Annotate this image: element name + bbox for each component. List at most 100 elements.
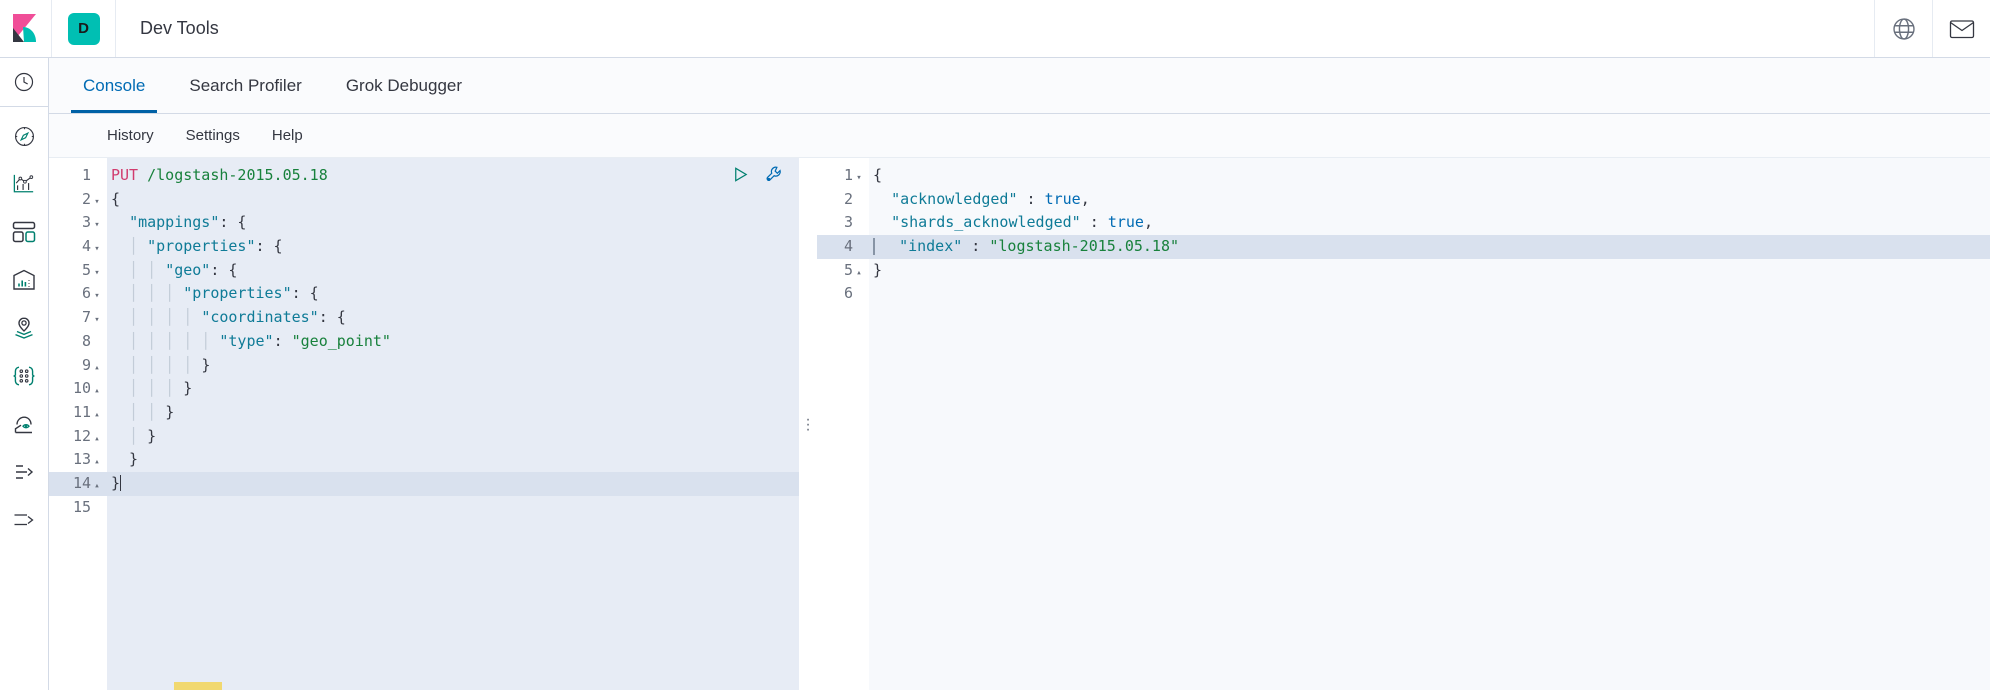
token-guide: │ │ │ │ xyxy=(111,355,202,374)
line-number: 6 xyxy=(843,284,853,303)
token-punct: : xyxy=(1017,189,1045,208)
code-line: "index" : "logstash-2015.05.18" xyxy=(869,235,1990,259)
response-cursor xyxy=(873,238,875,256)
tab-console[interactable]: Console xyxy=(61,59,167,113)
send-request-play-icon[interactable] xyxy=(731,165,750,189)
maps-layers-icon xyxy=(15,317,33,339)
sidebar-item-infrastructure[interactable] xyxy=(0,400,49,448)
token-punct: } xyxy=(873,260,883,279)
code-line: │ │ │ │ "coordinates": { xyxy=(107,306,799,330)
space-avatar-label: D xyxy=(67,12,100,45)
sidebar-item-logs[interactable] xyxy=(0,448,49,496)
token-punct: : xyxy=(273,331,292,350)
line-number: 11 ▴ xyxy=(49,401,107,425)
token-key: "coordinates" xyxy=(201,308,319,327)
kibana-logo-svg xyxy=(12,13,36,42)
token-guide: │ │ │ │ │ xyxy=(111,331,220,350)
tab-search-profiler[interactable]: Search Profiler xyxy=(167,59,323,113)
token-punct: : xyxy=(1080,213,1108,232)
wrench-svg xyxy=(766,166,781,182)
token-guide: │ │ │ xyxy=(111,379,184,398)
app-body: Console Search Profiler Grok Debugger Hi… xyxy=(0,58,1990,690)
dashboard-icon xyxy=(12,221,36,243)
space-avatar[interactable]: D xyxy=(52,0,116,57)
sidebar-item-recently-viewed[interactable] xyxy=(0,58,49,106)
code-line: "mappings": { xyxy=(107,211,799,235)
response-pane[interactable]: 1 ▾ 2 3 4 5 ▴ 6 { "acknowledged" : true, "shard… xyxy=(817,158,1990,690)
token-guide: │ │ │ │ xyxy=(111,308,202,327)
line-number: 9 ▴ xyxy=(49,354,107,378)
token-key: "geo" xyxy=(165,260,211,279)
request-code[interactable]: PUT /logstash-2015.05.18{ "mappings": { … xyxy=(107,158,799,690)
line-number: 7 ▾ xyxy=(49,306,107,330)
token-punct xyxy=(881,237,899,255)
token-punct: , xyxy=(1143,213,1153,232)
page-title: Dev Tools xyxy=(140,18,219,38)
play-svg xyxy=(735,167,748,182)
line-number: 1 ▾ xyxy=(817,164,869,188)
editor-actions xyxy=(731,164,785,190)
token-punct xyxy=(111,213,129,231)
app-header: D Dev Tools xyxy=(0,0,1990,58)
token-punct: { xyxy=(111,189,121,208)
sidebar-item-maps[interactable] xyxy=(0,304,49,352)
line-number: 5 ▴ xyxy=(817,259,869,283)
token-key: "acknowledged" xyxy=(891,189,1018,208)
code-line: │ │ │ │ } xyxy=(107,354,799,378)
request-gutter: 1 2 ▾ 3 ▾ 4 ▾ 5 ▾ 6 ▾ 7 ▾ 8 9 ▴ 10 ▴ 11 ▴ 12 ▴ 13 ▴ 14 ▴ 15 xyxy=(49,158,107,690)
menu-item-settings[interactable]: Settings xyxy=(186,127,240,144)
token-str: "logstash-2015.05.18" xyxy=(989,237,1180,256)
token-punct: : { xyxy=(318,308,346,327)
sidebar-item-discover[interactable] xyxy=(0,112,49,160)
code-line: "shards_acknowledged" : true, xyxy=(869,211,1990,235)
token-punct: { xyxy=(873,166,883,184)
infrastructure-icon xyxy=(14,416,32,434)
token-str: "geo_point" xyxy=(291,331,391,350)
code-line: │ "properties": { xyxy=(107,235,799,259)
token-punct: } xyxy=(183,379,193,398)
token-guide: │ xyxy=(111,426,148,445)
token-key: "shards_acknowledged" xyxy=(891,213,1081,232)
token-punct: : { xyxy=(291,284,319,303)
wrench-icon[interactable] xyxy=(764,164,785,190)
line-number: 3 ▾ xyxy=(49,211,107,235)
status-footer xyxy=(49,680,1990,690)
token-punct: : { xyxy=(210,260,238,279)
sidebar-item-visualize[interactable] xyxy=(0,160,49,208)
mail-icon[interactable] xyxy=(1932,0,1990,57)
tab-grok-debugger[interactable]: Grok Debugger xyxy=(324,59,484,113)
request-editor-pane[interactable]: 1 2 ▾ 3 ▾ 4 ▾ 5 ▾ 6 ▾ 7 ▾ 8 9 ▴ 10 ▴ 11 ▴ 12 ▴ 13 ▴ 14 ▴ 15 PUT /l… xyxy=(49,158,799,690)
main-content: Console Search Profiler Grok Debugger Hi… xyxy=(49,58,1990,690)
canvas-icon xyxy=(13,269,35,290)
visualize-chart-icon xyxy=(13,174,34,193)
token-key: "mappings" xyxy=(129,213,220,232)
code-line: { xyxy=(869,164,1990,188)
sidebar-item-dashboard[interactable] xyxy=(0,208,49,256)
token-punct: , xyxy=(1080,189,1090,208)
line-number: 4 ▾ xyxy=(49,235,107,259)
token-punct xyxy=(873,213,891,231)
help-globe-icon[interactable] xyxy=(1874,0,1932,57)
response-code[interactable]: { "acknowledged" : true, "shards_acknowl… xyxy=(869,158,1990,690)
line-number: 3 xyxy=(843,213,853,232)
collapse-nav-icon xyxy=(14,514,34,526)
menu-item-history[interactable]: History xyxy=(107,127,154,144)
sidebar-item-canvas[interactable] xyxy=(0,256,49,304)
code-line: │ } xyxy=(107,425,799,449)
sidebar-item-collapse[interactable] xyxy=(0,496,49,544)
kibana-logo-icon[interactable] xyxy=(0,0,52,57)
line-number: 2 xyxy=(843,189,853,208)
token-punct: } xyxy=(165,402,175,421)
sidebar-item-machine-learning[interactable] xyxy=(0,352,49,400)
console-panes: 1 2 ▾ 3 ▾ 4 ▾ 5 ▾ 6 ▾ 7 ▾ 8 9 ▴ 10 ▴ 11 ▴ 12 ▴ 13 ▴ 14 ▴ 15 PUT /l… xyxy=(49,158,1990,690)
line-number: 14 ▴ xyxy=(49,471,107,496)
menu-item-help[interactable]: Help xyxy=(272,127,303,144)
token-key: "properties" xyxy=(183,284,292,303)
mail-svg xyxy=(1949,19,1974,38)
code-line: { xyxy=(107,188,799,212)
line-number: 2 ▾ xyxy=(49,188,107,212)
pane-splitter-grip[interactable]: · · · xyxy=(799,158,817,690)
code-line: } xyxy=(107,471,799,496)
